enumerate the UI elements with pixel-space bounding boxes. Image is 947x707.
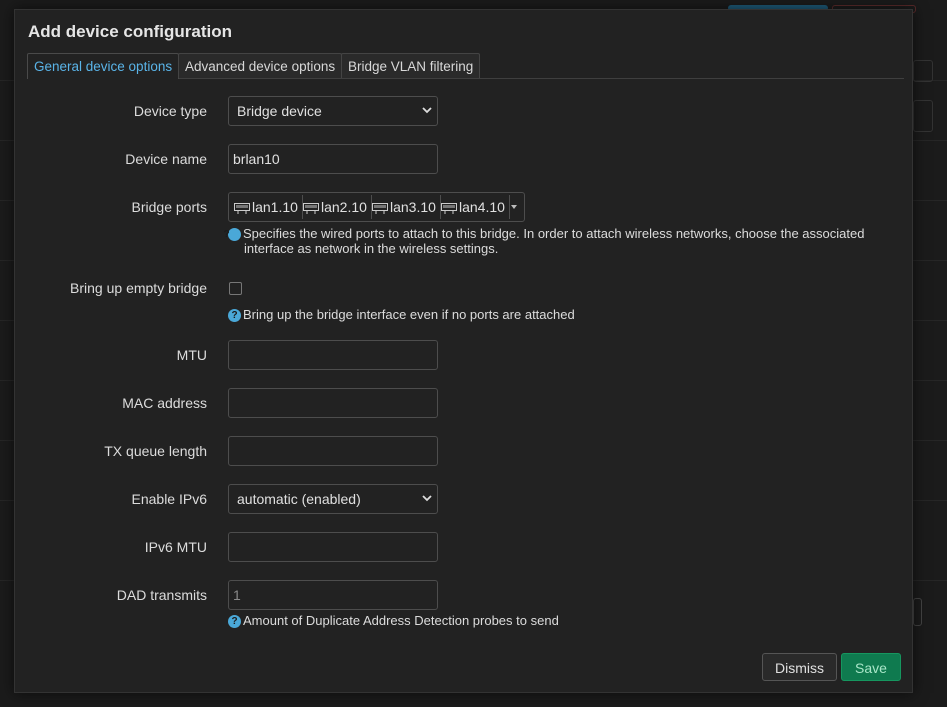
mac-address-input[interactable] <box>228 388 438 418</box>
tab-bar: General device options Advanced device o… <box>27 53 904 79</box>
ethernet-port-icon <box>441 203 457 214</box>
device-type-select[interactable]: Bridge device <box>228 96 438 126</box>
tx-queue-length-input[interactable] <box>228 436 438 466</box>
ethernet-port-icon <box>303 203 319 214</box>
bridge-ports-label: Bridge ports <box>131 199 207 215</box>
mtu-label: MTU <box>176 347 207 363</box>
save-button[interactable]: Save <box>841 653 901 681</box>
port-label: lan3.10 <box>390 199 436 215</box>
tab-general-device-options[interactable]: General device options <box>27 53 180 79</box>
ipv6-mtu-input[interactable] <box>228 532 438 562</box>
ipv6-mtu-label: IPv6 MTU <box>144 539 207 555</box>
question-circle-icon: ? <box>228 309 241 322</box>
dad-transmits-input[interactable] <box>228 580 438 610</box>
port-tag: lan1.10 <box>231 195 303 219</box>
chevron-down-icon <box>422 107 432 114</box>
device-name-label: Device name <box>125 151 207 167</box>
mtu-input[interactable] <box>228 340 438 370</box>
bring-up-empty-help: ? Bring up the bridge interface even if n… <box>228 307 575 322</box>
mac-address-label: MAC address <box>122 395 207 411</box>
bring-up-empty-help-text: Bring up the bridge interface even if no… <box>243 307 575 322</box>
tab-advanced-device-options[interactable]: Advanced device options <box>178 53 343 78</box>
chevron-down-icon <box>422 495 432 502</box>
bridge-ports-help: ? Specifies the wired ports to attach to … <box>223 226 894 256</box>
ethernet-port-icon <box>234 203 250 214</box>
device-name-input[interactable] <box>228 144 438 174</box>
port-tag: lan3.10 <box>369 195 441 219</box>
dismiss-button[interactable]: Dismiss <box>762 653 837 681</box>
port-tag: lan2.10 <box>300 195 372 219</box>
modal-title: Add device configuration <box>28 22 233 41</box>
device-type-value: Bridge device <box>237 103 322 119</box>
dad-transmits-label: DAD transmits <box>116 587 207 603</box>
dad-transmits-help-text: Amount of Duplicate Address Detection pr… <box>243 613 559 628</box>
port-tag: lan4.10 <box>438 195 510 219</box>
add-device-modal: Add device configuration General device … <box>14 9 913 693</box>
tx-queue-length-label: TX queue length <box>104 443 207 459</box>
enable-ipv6-label: Enable IPv6 <box>131 491 208 507</box>
bring-up-empty-label: Bring up empty bridge <box>70 280 207 296</box>
enable-ipv6-value: automatic (enabled) <box>237 491 361 507</box>
port-label: lan1.10 <box>252 199 298 215</box>
bridge-ports-help-text: Specifies the wired ports to attach to t… <box>243 226 865 256</box>
dropdown-caret-icon <box>511 205 517 209</box>
port-label: lan4.10 <box>459 199 505 215</box>
question-circle-icon: ? <box>223 228 241 241</box>
bring-up-empty-checkbox[interactable] <box>229 282 242 295</box>
enable-ipv6-select[interactable]: automatic (enabled) <box>228 484 438 514</box>
device-type-label: Device type <box>133 103 207 119</box>
question-circle-icon: ? <box>228 615 241 628</box>
port-label: lan2.10 <box>321 199 367 215</box>
ethernet-port-icon <box>372 203 388 214</box>
dad-transmits-help: ? Amount of Duplicate Address Detection p… <box>228 613 559 628</box>
tab-bridge-vlan-filtering[interactable]: Bridge VLAN filtering <box>341 53 481 78</box>
bridge-ports-dropdown[interactable]: lan1.10 lan2.10 lan3.10 lan4.10 <box>228 192 525 222</box>
